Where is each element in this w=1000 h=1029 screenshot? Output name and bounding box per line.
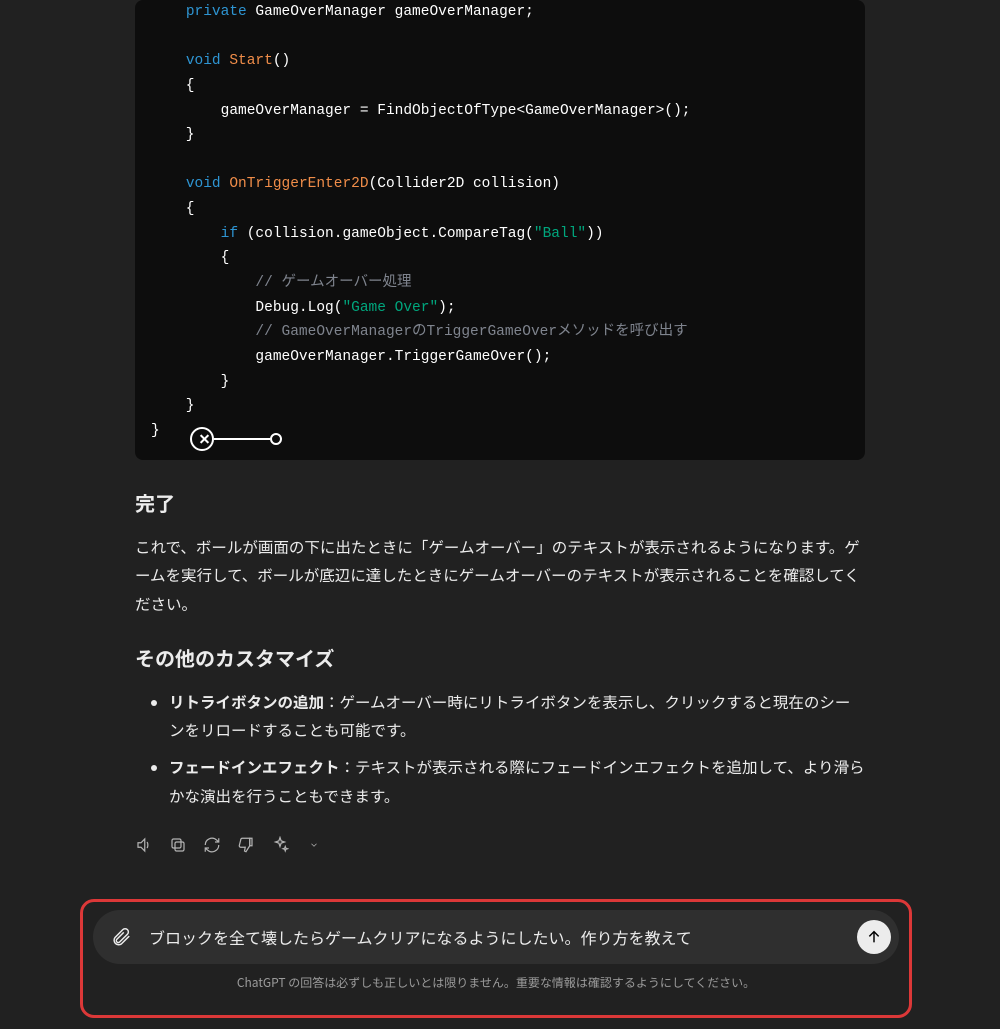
regenerate-icon[interactable] bbox=[203, 836, 221, 854]
code-line: // ゲームオーバー処理 bbox=[151, 271, 849, 296]
code-line: private GameOverManager gameOverManager; bbox=[151, 0, 849, 25]
send-button[interactable] bbox=[857, 920, 891, 954]
chevron-down-icon[interactable] bbox=[305, 836, 323, 854]
connector-line bbox=[214, 438, 270, 440]
composer-bar[interactable] bbox=[93, 910, 899, 964]
code-line bbox=[151, 148, 849, 173]
disclaimer-text: ChatGPT の回答は必ずしも正しいとは限りません。重要な情報は確認するように… bbox=[93, 974, 899, 991]
code-block[interactable]: private GameOverManager gameOverManager;… bbox=[135, 0, 865, 460]
code-line: gameOverManager = FindObjectOfType<GameO… bbox=[151, 99, 849, 124]
code-line: { bbox=[151, 197, 849, 222]
done-body-text: これで、ボールが画面の下に出たときに「ゲームオーバー」のテキストが表示されるよう… bbox=[135, 533, 865, 619]
code-line: // GameOverManagerのTriggerGameOverメソッドを呼… bbox=[151, 320, 849, 345]
paperclip-icon[interactable] bbox=[107, 923, 135, 951]
code-line bbox=[151, 25, 849, 50]
list-item-bold: フェードインエフェクト bbox=[169, 756, 340, 778]
annotation-overlay bbox=[190, 426, 290, 452]
speaker-icon[interactable] bbox=[135, 836, 153, 854]
code-line: { bbox=[151, 74, 849, 99]
code-line: void OnTriggerEnter2D(Collider2D collisi… bbox=[151, 172, 849, 197]
list-item-bold: リトライボタンの追加 bbox=[169, 691, 324, 713]
code-line: } bbox=[151, 370, 849, 395]
heading-done: 完了 bbox=[135, 488, 865, 517]
endpoint-dot-icon bbox=[270, 433, 282, 445]
thumbs-down-icon[interactable] bbox=[237, 836, 255, 854]
message-actions bbox=[135, 836, 865, 854]
code-line: { bbox=[151, 246, 849, 271]
code-line: void Start() bbox=[151, 49, 849, 74]
code-line: gameOverManager.TriggerGameOver(); bbox=[151, 345, 849, 370]
list-item: リトライボタンの追加：ゲームオーバー時にリトライボタンを表示し、クリックすると現… bbox=[169, 688, 865, 745]
code-line: Debug.Log("Game Over"); bbox=[151, 296, 849, 321]
code-line: if (collision.gameObject.CompareTag("Bal… bbox=[151, 222, 849, 247]
sparkle-icon[interactable] bbox=[271, 836, 289, 854]
heading-customizations: その他のカスタマイズ bbox=[135, 643, 865, 672]
close-circle-icon bbox=[190, 427, 214, 451]
list-item: フェードインエフェクト：テキストが表示される際にフェードインエフェクトを追加して… bbox=[169, 753, 865, 810]
copy-icon[interactable] bbox=[169, 836, 187, 854]
code-line: } bbox=[151, 123, 849, 148]
composer-highlight-box: ChatGPT の回答は必ずしも正しいとは限りません。重要な情報は確認するように… bbox=[80, 899, 912, 1018]
code-line: } bbox=[151, 394, 849, 419]
customization-list: リトライボタンの追加：ゲームオーバー時にリトライボタンを表示し、クリックすると現… bbox=[135, 688, 865, 811]
composer-input[interactable] bbox=[149, 925, 843, 949]
